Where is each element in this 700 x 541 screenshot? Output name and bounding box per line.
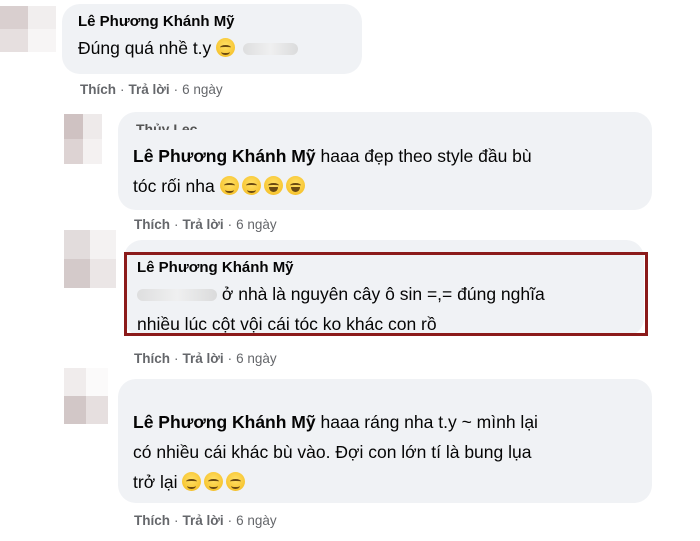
avatar[interactable] [64,230,116,288]
like-button[interactable]: Thích [134,513,170,528]
avatar[interactable] [64,368,108,424]
comment-timestamp[interactable]: 6 ngày [236,351,277,366]
comment-actions: Thích · Trả lời · 6 ngày [134,351,277,366]
comment-text-line2: có nhiều cái khác bù vào. Đợi con lớn tí… [133,442,532,462]
comment-author-truncated[interactable]: Thủy Lec [136,122,197,130]
avatar[interactable] [0,6,56,52]
like-button[interactable]: Thích [134,351,170,366]
laughing-tears-emoji-icon [285,176,305,195]
reply-button[interactable]: Trả lời [183,217,224,232]
comment-text-line2: tóc rối nha [133,176,215,196]
smiling-emoji-icon [241,176,261,195]
mention-link[interactable]: Lê Phương Khánh Mỹ [133,412,316,432]
comment-actions: Thích · Trả lời · 6 ngày [134,513,277,528]
comment-text: Đúng quá nhề t.y [78,33,299,63]
reply-button[interactable]: Trả lời [183,513,224,528]
like-button[interactable]: Thích [134,217,170,232]
comment-text: Lê Phương Khánh Mỹ haaa ráng nha t.y ~ m… [133,407,648,497]
comment-author[interactable]: Lê Phương Khánh Mỹ [78,13,235,30]
comment-text-line3: trở lại [133,472,178,492]
comment-timestamp[interactable]: 6 ngày [236,217,277,232]
smiling-emoji-icon [226,472,246,491]
comment-text: Lê Phương Khánh Mỹ haaa đẹp theo style đ… [133,141,643,201]
redacted-text [243,43,299,56]
avatar[interactable] [64,114,102,164]
comment-text-line1: haaa ráng nha t.y ~ mình lại [320,412,538,432]
like-button[interactable]: Thích [80,82,116,97]
highlight-box [124,252,648,336]
comment-actions: Thích · Trả lời · 6 ngày [80,82,223,97]
smiling-emoji-icon [204,472,224,491]
smiling-emoji-icon [219,176,239,195]
smiling-emoji-icon [216,38,236,57]
laughing-tears-emoji-icon [263,176,283,195]
comment-timestamp[interactable]: 6 ngày [236,513,277,528]
reply-button[interactable]: Trả lời [129,82,170,97]
comment-actions: Thích · Trả lời · 6 ngày [134,217,277,232]
comment-text-line1: haaa đẹp theo style đầu bù [320,146,532,166]
mention-link[interactable]: Lê Phương Khánh Mỹ [133,146,316,166]
comment-text-content: Đúng quá nhề t.y [78,38,212,58]
reply-button[interactable]: Trả lời [183,351,224,366]
smiling-emoji-icon [182,472,202,491]
comment-timestamp[interactable]: 6 ngày [182,82,223,97]
